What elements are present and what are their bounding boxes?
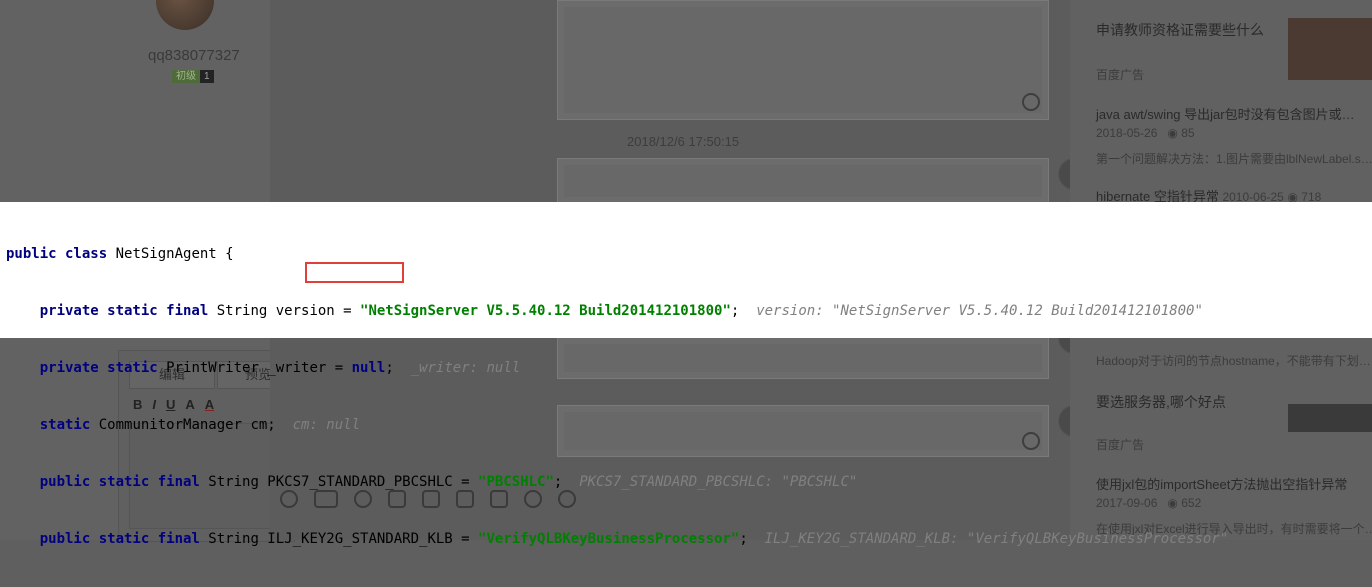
code-string: "VerifyQLBKeyBusinessProcessor" [478, 531, 740, 547]
level-badge: 初级 1 [172, 70, 214, 83]
code-string: "NetSignServer V5.5.40.12 Build201412101… [360, 303, 731, 319]
rec-date: 2018-05-26 [1096, 126, 1158, 140]
screenshot-thumbnail-1[interactable] [557, 0, 1049, 120]
eye-icon: ◉ [1160, 126, 1182, 140]
rec-views: 85 [1181, 126, 1195, 140]
debug-hint: PKCS7_STANDARD_PBCSHLC: "PBCSHLC" [579, 474, 858, 490]
code-text: String version = [208, 303, 361, 319]
highlight-box [305, 262, 404, 283]
code-keyword: private static [39, 360, 158, 376]
code-keyword: public static final [39, 474, 200, 490]
level-label: 初级 [172, 70, 200, 83]
user-avatar[interactable] [156, 0, 214, 30]
thumbnail-image [564, 165, 1042, 197]
code-keyword: public class [6, 246, 108, 262]
code-line-1: public class NetSignAgent { [6, 245, 1228, 264]
code-null: null [351, 360, 386, 376]
rec-meta: 百度广告 [1096, 68, 1145, 82]
code-line-4: static CommunitorManager cm; cm: null [6, 416, 1228, 435]
rec-image[interactable] [1288, 404, 1372, 432]
code-snippet-panel: public class NetSignAgent { private stat… [0, 202, 1372, 547]
code-block: public class NetSignAgent { private stat… [6, 207, 1228, 587]
debug-hint: version: "NetSignServer V5.5.40.12 Build… [756, 303, 1203, 319]
debug-hint: cm: null [292, 417, 361, 433]
level-number: 1 [200, 70, 214, 83]
code-line-5: public static final String PKCS7_STANDAR… [39, 474, 858, 490]
code-keyword: public static final [39, 531, 200, 547]
rec-title[interactable]: 申请教师资格证需要些什么 [1096, 20, 1264, 40]
rec-snippet: 第一个问题解决方法：1.图片需要由lblNewLabel.s… [1096, 152, 1372, 166]
code-keyword: private static final [39, 303, 209, 319]
message-timestamp: 2018/12/6 17:50:15 [627, 134, 740, 149]
code-text: CommunitorManager cm; [90, 417, 276, 433]
code-string: "PBCSHLC" [478, 474, 554, 490]
rec-meta: 2018-05-26 ◉ 85 [1096, 126, 1195, 140]
code-text: PrintWriter _writer = [157, 360, 352, 376]
rec-image[interactable] [1288, 18, 1372, 80]
debug-hint: _writer: null [410, 360, 521, 376]
debug-hint: ILJ_KEY2G_STANDARD_KLB: "VerifyQLBKeyBus… [764, 531, 1229, 547]
zoom-icon[interactable] [1022, 93, 1040, 111]
code-text: String ILJ_KEY2G_STANDARD_KLB = [199, 531, 479, 547]
code-line-2: private static final String version = "N… [39, 303, 1203, 319]
code-text: NetSignAgent { [107, 246, 234, 262]
profile-username[interactable]: qq838077327 [148, 47, 240, 64]
thumbnail-image [564, 7, 1042, 113]
screenshot-thumbnail-2[interactable] [557, 158, 1049, 203]
code-line-3: private static PrintWriter _writer = nul… [39, 360, 521, 376]
rec-title[interactable]: java awt/swing 导出jar包时没有包含图片或… [1096, 104, 1355, 123]
code-text: String PKCS7_STANDARD_PBCSHLC = [199, 474, 479, 490]
code-keyword: static [39, 417, 91, 433]
